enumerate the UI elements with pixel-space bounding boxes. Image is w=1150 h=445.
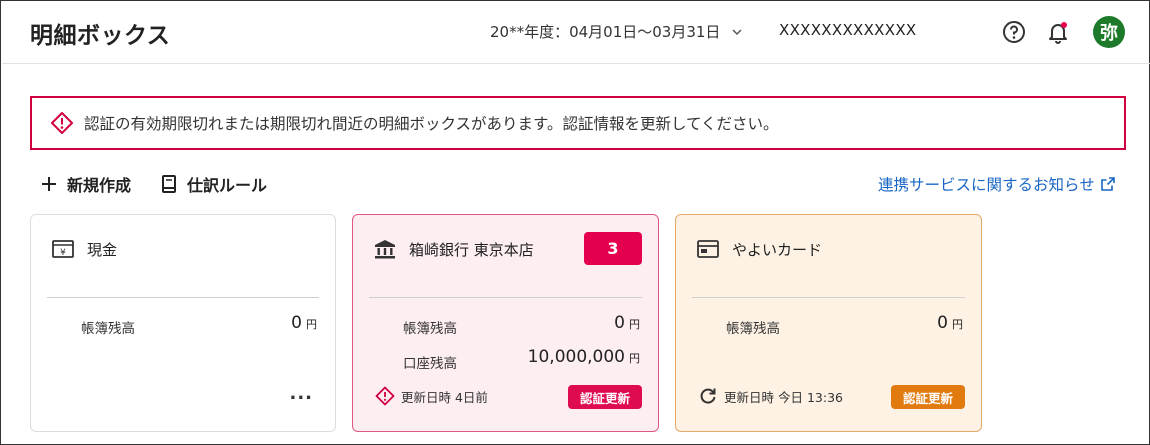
book-balance-amount: 0 bbox=[614, 313, 625, 333]
box-card-bank[interactable]: 箱崎銀行 東京本店 3 帳簿残高 0 円 口座残高 10,000,000 円 更… bbox=[352, 214, 659, 432]
card-divider bbox=[369, 297, 642, 298]
card-title: やよいカード bbox=[732, 240, 823, 259]
book-balance-amount: 0 bbox=[937, 313, 948, 333]
bank-icon bbox=[375, 240, 395, 259]
auth-expiry-alert: 認証の有効期限切れまたは期限切れ間近の明細ボックスがあります。認証情報を更新して… bbox=[30, 96, 1126, 150]
pending-count-badge: 3 bbox=[584, 232, 642, 265]
card-title: 現金 bbox=[87, 240, 118, 259]
currency-unit: 円 bbox=[629, 352, 640, 365]
book-balance-amount: 0 bbox=[291, 313, 302, 333]
box-card-credit[interactable]: やよいカード 帳簿残高 0 円 更新日時 今日 13:36 認証更新 bbox=[675, 214, 982, 432]
book-icon bbox=[162, 175, 176, 193]
currency-unit: 円 bbox=[629, 318, 640, 331]
book-balance-label: 帳簿残高 bbox=[726, 321, 780, 337]
card-header: やよいカード bbox=[696, 237, 822, 261]
auth-renew-button[interactable]: 認証更新 bbox=[891, 385, 965, 409]
refresh-icon bbox=[700, 388, 716, 404]
card-header: 箱崎銀行 東京本店 bbox=[373, 237, 534, 261]
page-title: 明細ボックス bbox=[30, 23, 171, 49]
header: 明細ボックス 20**年度：04月01日〜03月31日 XXXXXXXXXXXX… bbox=[2, 2, 1150, 64]
book-balance-value: 0 円 bbox=[937, 313, 963, 333]
service-notice-link[interactable]: 連携サービスに関するお知らせ bbox=[878, 173, 1116, 195]
auth-renew-button[interactable]: 認証更新 bbox=[568, 385, 642, 409]
svg-text:¥: ¥ bbox=[60, 248, 66, 258]
box-card-cash[interactable]: ¥ 現金 帳簿残高 0 円 ... bbox=[30, 214, 336, 432]
book-balance-label: 帳簿残高 bbox=[81, 321, 135, 337]
fiscal-period-selector[interactable]: 20**年度：04月01日〜03月31日 bbox=[490, 21, 744, 42]
alert-message: 認証の有効期限切れまたは期限切れ間近の明細ボックスがあります。認証情報を更新して… bbox=[84, 115, 779, 133]
card-divider bbox=[47, 297, 319, 298]
card-divider bbox=[692, 297, 965, 298]
notification-bell-icon[interactable] bbox=[1045, 19, 1071, 45]
currency-unit: 円 bbox=[952, 318, 963, 331]
account-balance-amount: 10,000,000 bbox=[527, 347, 625, 367]
update-time: 更新日時 4日前 bbox=[401, 389, 488, 405]
update-info: 更新日時 4日前 bbox=[375, 386, 488, 406]
journal-rule-label: 仕訳ルール bbox=[187, 176, 268, 195]
card-title: 箱崎銀行 東京本店 bbox=[409, 240, 534, 259]
card-header: ¥ 現金 bbox=[51, 237, 117, 261]
warning-diamond-icon bbox=[375, 386, 395, 406]
help-icon[interactable] bbox=[1001, 19, 1027, 45]
book-balance-value: 0 円 bbox=[614, 313, 640, 333]
chevron-down-icon bbox=[732, 28, 742, 35]
more-options-button[interactable]: ... bbox=[289, 383, 313, 404]
new-box-label: 新規作成 bbox=[67, 176, 132, 195]
plus-icon bbox=[42, 177, 56, 191]
cash-register-icon: ¥ bbox=[52, 240, 74, 258]
new-box-button[interactable]: 新規作成 bbox=[39, 172, 131, 196]
book-balance-label: 帳簿残高 bbox=[403, 321, 457, 337]
update-info: 更新日時 今日 13:36 bbox=[698, 386, 843, 406]
external-link-icon bbox=[1100, 177, 1115, 191]
currency-unit: 円 bbox=[306, 318, 317, 331]
service-notice-label: 連携サービスに関するお知らせ bbox=[878, 176, 1095, 194]
credit-card-icon bbox=[697, 240, 719, 258]
journal-rule-button[interactable]: 仕訳ルール bbox=[159, 172, 267, 196]
update-time: 更新日時 今日 13:36 bbox=[724, 389, 843, 405]
app-window: 明細ボックス 20**年度：04月01日〜03月31日 XXXXXXXXXXXX… bbox=[0, 0, 1150, 445]
warning-diamond-icon bbox=[51, 112, 73, 134]
avatar[interactable]: 弥 bbox=[1093, 16, 1125, 48]
account-name: XXXXXXXXXXXXX bbox=[779, 21, 917, 39]
book-balance-value: 0 円 bbox=[291, 313, 317, 333]
fiscal-period-label: 20**年度：04月01日〜03月31日 bbox=[490, 23, 721, 41]
account-balance-label: 口座残高 bbox=[403, 356, 457, 372]
account-balance-value: 10,000,000 円 bbox=[528, 347, 640, 367]
